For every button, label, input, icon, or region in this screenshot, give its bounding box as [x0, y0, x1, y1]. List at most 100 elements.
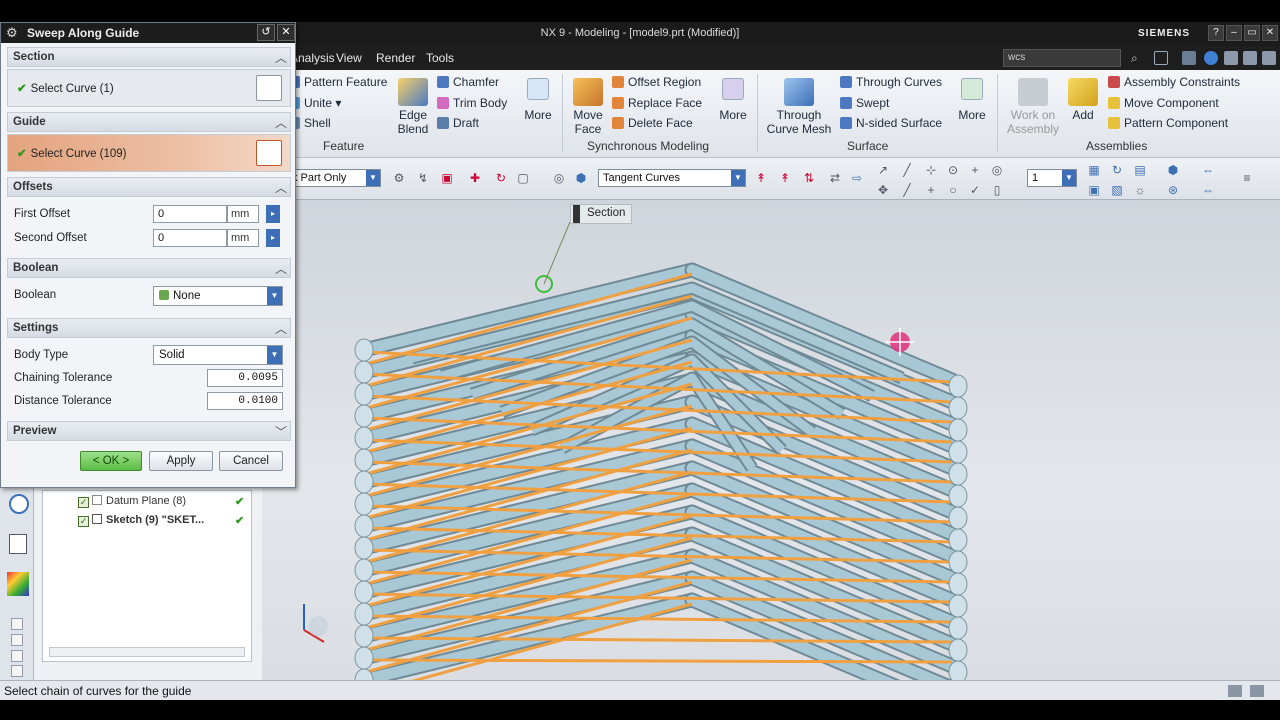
snap-quadrant-icon[interactable]: + — [924, 183, 938, 197]
sync-more-button[interactable]: More — [716, 78, 750, 122]
apply-button[interactable]: Apply — [149, 451, 213, 471]
delete-face-command[interactable]: Delete Face — [612, 116, 693, 130]
snap-intersection-icon[interactable]: + — [968, 163, 982, 177]
draft-command[interactable]: Draft — [437, 116, 479, 130]
horizontal-scrollbar[interactable] — [49, 647, 245, 657]
curve-rule-dropdown[interactable]: Tangent Curves ▼ — [598, 169, 746, 187]
snap-tangent-icon[interactable]: ◎ — [990, 163, 1004, 177]
snap-midpoint-icon[interactable]: ╱ — [900, 183, 914, 197]
snap-perpendicular-icon[interactable]: ✓ — [968, 183, 982, 197]
second-offset-input[interactable]: 0 — [153, 229, 227, 247]
pan-icon[interactable]: ▣ — [1087, 183, 1101, 197]
resource-collapse-icon[interactable] — [11, 634, 23, 646]
curve-picker-icon[interactable] — [256, 140, 282, 166]
orient-icon[interactable]: ⇔ — [1201, 163, 1215, 177]
first-offset-menu-icon[interactable]: ▸ — [266, 205, 280, 223]
maximize-button[interactable]: ▭ — [1244, 25, 1260, 41]
visibility-checkbox[interactable]: ✓ — [78, 516, 89, 527]
zoom-icon[interactable]: ▤ — [1133, 163, 1147, 177]
pattern-component-command[interactable]: Pattern Component — [1108, 116, 1228, 130]
render-style-icon[interactable]: ⬢ — [574, 171, 588, 185]
stop-at-intersection-icon[interactable]: ↟ — [754, 171, 768, 185]
body-type-dropdown[interactable]: Solid ▼ — [153, 345, 283, 365]
fit-icon[interactable]: ▦ — [1087, 163, 1101, 177]
toolbar-options-icon[interactable]: ≡ — [1240, 171, 1254, 185]
snap-center-icon[interactable]: ⊙ — [946, 163, 960, 177]
boolean-group-header[interactable]: Boolean ︿ — [7, 258, 291, 278]
view-orientation-icon[interactable]: ◎ — [552, 171, 566, 185]
light-icon[interactable]: ☼ — [1133, 183, 1147, 197]
snap-face-icon[interactable]: ▯ — [990, 183, 1004, 197]
snap-icon[interactable]: ↯ — [416, 171, 430, 185]
section-group-header[interactable]: Section ︿ — [7, 47, 291, 67]
resource-scroll-down-icon[interactable] — [11, 665, 23, 677]
follow-fillet-icon[interactable]: ↟ — [778, 171, 792, 185]
ok-button[interactable]: < OK > — [80, 451, 142, 471]
menu-render[interactable]: Render — [376, 51, 415, 65]
fit-view-icon[interactable] — [1154, 51, 1168, 65]
distance-tolerance-input[interactable]: 0.0100 — [207, 392, 283, 410]
ribbon-close-icon[interactable] — [1262, 51, 1276, 65]
reset-icon[interactable]: ↺ — [257, 24, 275, 41]
snap-circle-icon[interactable]: ○ — [946, 183, 960, 197]
menu-analysis[interactable]: Analysis — [290, 51, 335, 65]
edit-section-icon[interactable]: ▧ — [1110, 183, 1124, 197]
view-triad-icon[interactable]: ⊛ — [1166, 183, 1180, 197]
rotate-icon[interactable]: ↻ — [1110, 163, 1124, 177]
boolean-dropdown[interactable]: None ▼ — [153, 286, 283, 306]
edge-blend-command[interactable]: Edge Blend — [394, 78, 432, 136]
layer-dropdown[interactable]: 1 ▼ — [1027, 169, 1077, 187]
second-offset-unit[interactable]: mm — [227, 229, 259, 247]
selection-filter-icon[interactable]: ⚙ — [392, 171, 406, 185]
ribbon-minimize-icon[interactable] — [1224, 51, 1238, 65]
unite-command[interactable]: Unite ▾ — [288, 96, 341, 110]
select-lasso-icon[interactable]: ↻ — [494, 171, 508, 185]
pattern-feature-command[interactable]: Pattern Feature — [288, 75, 387, 89]
ribbon-restore-icon[interactable] — [1243, 51, 1257, 65]
history-icon[interactable] — [9, 494, 29, 514]
settings-group-header[interactable]: Settings ︿ — [7, 318, 291, 338]
select-add-icon[interactable]: ✚ — [468, 171, 482, 185]
menu-tools[interactable]: Tools — [426, 51, 454, 65]
guide-select-curve[interactable]: ✔ Select Curve (109) — [7, 134, 291, 172]
visibility-checkbox[interactable]: ✓ — [78, 497, 89, 508]
section-select-curve[interactable]: ✔ Select Curve (1) — [7, 69, 291, 107]
through-curve-mesh-command[interactable]: Through Curve Mesh — [764, 78, 834, 136]
shaded-icon[interactable]: ⬢ — [1166, 163, 1180, 177]
settings-icon[interactable] — [1182, 51, 1196, 65]
add-component-command[interactable]: Add — [1068, 78, 1098, 122]
gear-icon[interactable]: ⚙ — [6, 25, 18, 41]
dialog-title-bar[interactable]: ⚙ Sweep Along Guide ↺ ✕ — [1, 23, 295, 43]
curve-picker-icon[interactable] — [256, 75, 282, 101]
palette-icon[interactable] — [7, 572, 29, 596]
resource-scroll-up-icon[interactable] — [11, 650, 23, 662]
trim-body-command[interactable]: Trim Body — [437, 96, 507, 110]
navigator-row-sketch[interactable]: ✓ Sketch (9) "SKET... ✔ — [78, 514, 244, 527]
chamfer-command[interactable]: Chamfer — [437, 75, 499, 89]
help-icon[interactable] — [1204, 51, 1218, 65]
second-offset-menu-icon[interactable]: ▸ — [266, 229, 280, 247]
first-offset-unit[interactable]: mm — [227, 205, 259, 223]
snap-line-icon[interactable]: ╱ — [900, 163, 914, 177]
first-offset-input[interactable]: 0 — [153, 205, 227, 223]
part-navigator-icon[interactable] — [9, 534, 27, 554]
chaining-tolerance-input[interactable]: 0.0095 — [207, 369, 283, 387]
search-icon[interactable]: ⌕ — [1131, 51, 1145, 65]
close-icon[interactable]: ✕ — [277, 24, 295, 41]
coil-model[interactable] — [262, 200, 1280, 680]
resource-expand-icon[interactable] — [11, 618, 23, 630]
replace-face-command[interactable]: Replace Face — [612, 96, 702, 110]
menu-view[interactable]: View — [336, 51, 362, 65]
selection-scope-dropdown[interactable]: k Part Only ▼ — [287, 169, 381, 187]
close-window-button[interactable]: ✕ — [1262, 25, 1278, 41]
direction-icon[interactable]: ⇨ — [850, 171, 864, 185]
snap-endpoint-icon[interactable]: ⊹ — [924, 163, 938, 177]
offset-region-command[interactable]: Offset Region — [612, 75, 701, 89]
command-search-input[interactable]: wcs — [1003, 49, 1121, 67]
path-icon[interactable]: ⇄ — [828, 171, 842, 185]
cancel-button[interactable]: Cancel — [219, 451, 283, 471]
minimize-button[interactable]: – — [1226, 25, 1242, 41]
assembly-constraints-command[interactable]: Assembly Constraints — [1108, 75, 1240, 89]
chain-within-feature-icon[interactable]: ⇅ — [802, 171, 816, 185]
offsets-group-header[interactable]: Offsets ︿ — [7, 177, 291, 197]
